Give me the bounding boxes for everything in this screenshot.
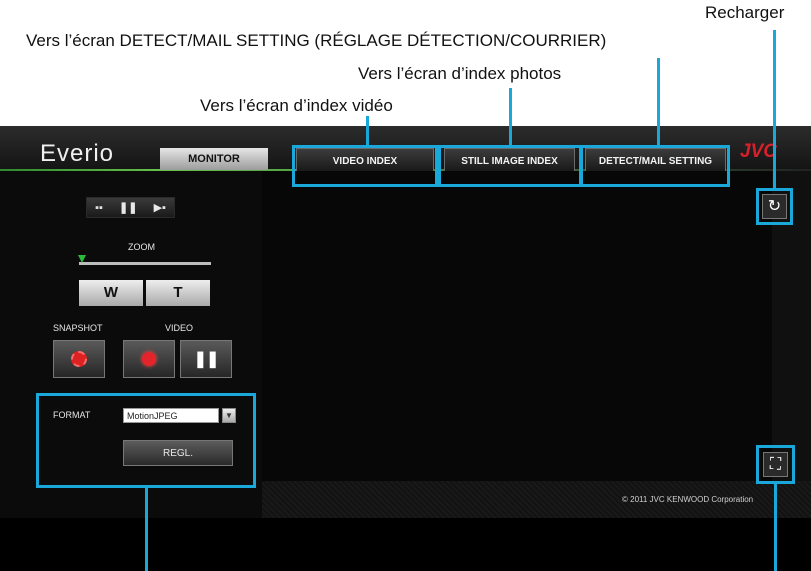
pause-icon: ❚❚ (193, 351, 220, 368)
video-index-callout-line (366, 116, 369, 146)
format-callout-line (145, 488, 148, 571)
still-index-callout-line (509, 88, 512, 146)
zoom-tele-button[interactable]: T (146, 280, 210, 306)
tab-monitor[interactable]: MONITOR (160, 148, 268, 170)
format-callout (36, 393, 256, 488)
video-label: VIDEO (165, 323, 194, 333)
playback-mode-icon[interactable]: ▶▪ (154, 201, 166, 214)
zoom-slider-handle[interactable] (78, 255, 86, 263)
snapshot-icon (71, 351, 87, 367)
live-view-area (262, 171, 772, 481)
fullscreen-callout (756, 445, 795, 484)
everio-logo: Everio (40, 140, 115, 167)
bottom-area (0, 518, 811, 571)
pause-mode-icon[interactable]: ❚❚ (119, 201, 137, 214)
reload-callout (756, 188, 793, 225)
zoom-slider-track[interactable] (79, 262, 211, 265)
photo-index-annotation: Vers l’écran d’index photos (358, 64, 562, 83)
snapshot-button[interactable] (53, 340, 105, 378)
still-index-callout (438, 145, 582, 187)
detect-mail-callout-line (657, 58, 660, 146)
zoom-label: ZOOM (128, 242, 155, 252)
copyright-text: © 2011 JVC KENWOOD Corporation (622, 495, 754, 504)
snapshot-label: SNAPSHOT (53, 323, 103, 333)
video-index-callout (292, 145, 438, 187)
video-index-annotation: Vers l’écran d’index vidéo (200, 96, 393, 115)
detect-mail-annotation: Vers l’écran DETECT/MAIL SETTING (RÉGLAG… (26, 31, 607, 50)
reload-callout-line (773, 30, 776, 189)
mode-switch[interactable]: ▪▪ ❚❚ ▶▪ (86, 197, 175, 218)
reload-annotation: Recharger (705, 3, 785, 22)
record-mode-icon[interactable]: ▪▪ (95, 202, 103, 214)
detect-mail-callout (580, 145, 730, 187)
jvc-logo: JVC (740, 141, 777, 162)
fullscreen-callout-line (774, 484, 777, 571)
record-icon (142, 352, 156, 366)
video-pause-button[interactable]: ❚❚ (180, 340, 232, 378)
video-record-button[interactable] (123, 340, 175, 378)
zoom-wide-button[interactable]: W (79, 280, 143, 306)
